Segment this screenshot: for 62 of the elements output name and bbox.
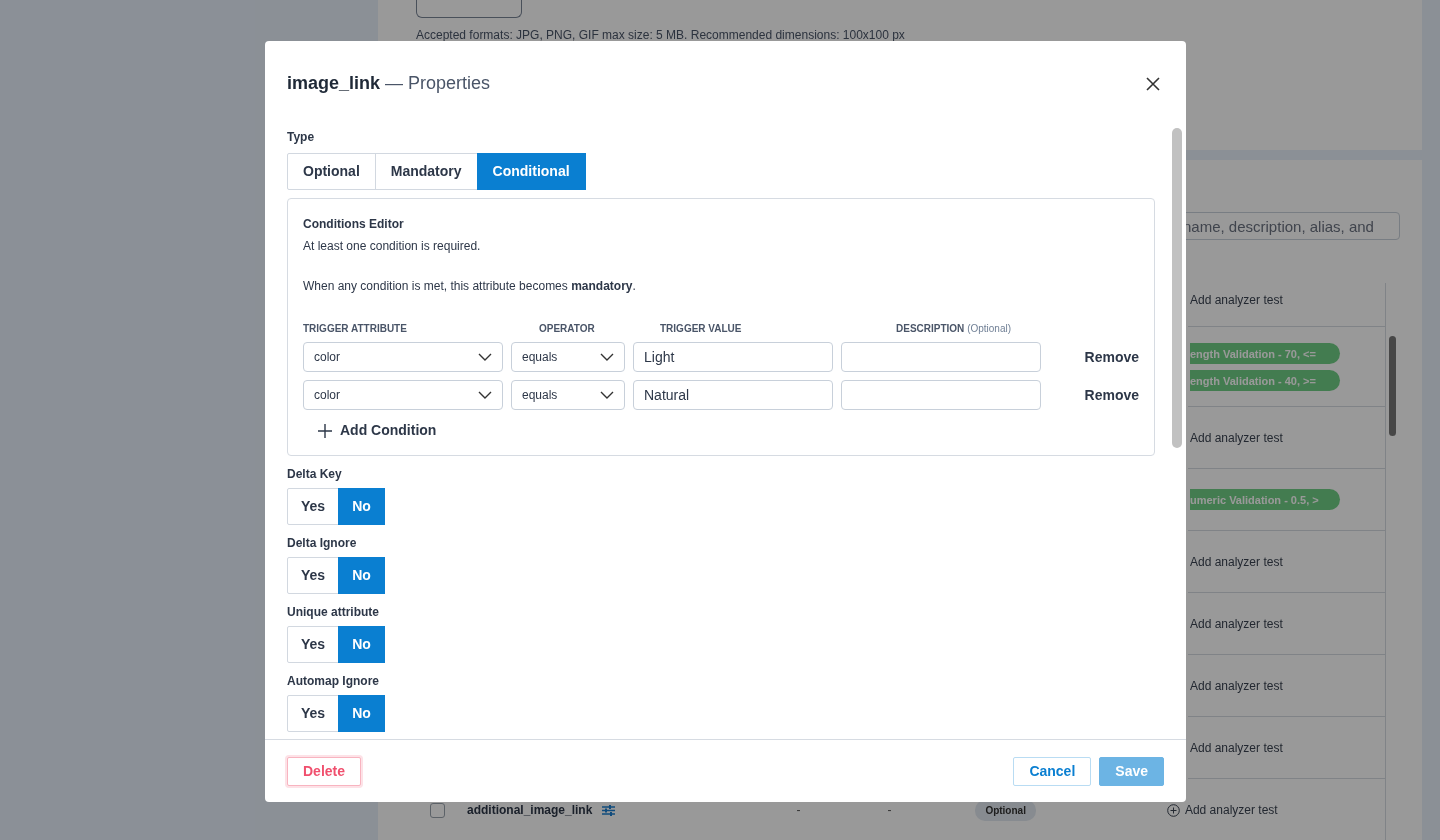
validation-badge: ength Validation - 70, <= — [1190, 342, 1340, 364]
add-test-link[interactable]: Add analyzer test — [1184, 801, 1278, 819]
field-label: Delta Ignore — [287, 535, 358, 551]
delete-button[interactable]: Delete — [287, 756, 362, 786]
description-field[interactable] — [841, 342, 1041, 372]
column-header: TRIGGER VALUE — [659, 322, 743, 336]
field-label: Delta Key — [287, 466, 343, 482]
sliders-icon[interactable] — [602, 804, 616, 816]
cancel-button[interactable]: Cancel — [1013, 756, 1092, 786]
attribute-name: additional_image_link — [467, 802, 593, 819]
validation-badge: ength Validation - 40, >= — [1190, 369, 1340, 391]
caret-icon — [600, 391, 614, 399]
caret-icon — [600, 353, 614, 361]
table-cell-text: - — [887, 802, 892, 819]
add-test-link[interactable]: Add analyzer test — [1190, 291, 1283, 309]
upload-hint: Accepted formats: JPG, PNG, GIF max size: 5 MB. Recommended dimensions: 100x100 px — [416, 27, 906, 44]
segment-tab[interactable]: Conditional — [476, 153, 586, 190]
segment-tab[interactable]: No — [338, 626, 385, 663]
column-header: DESCRIPTION (Optional) — [895, 322, 1013, 336]
column-header: TRIGGER ATTRIBUTE — [303, 322, 408, 336]
field-label: Type — [287, 129, 316, 145]
caret-icon — [478, 353, 492, 361]
operator-select[interactable]: equals — [511, 380, 625, 410]
operator-select[interactable]: equals — [511, 342, 625, 372]
segment-tab[interactable]: Yes — [287, 557, 340, 594]
segment-tab[interactable]: Mandatory — [374, 153, 478, 190]
field-label: Automap Ignore — [287, 673, 380, 689]
value-field[interactable]: Light — [633, 342, 833, 372]
segment-tab[interactable]: Yes — [287, 626, 340, 663]
caret-icon — [478, 391, 492, 399]
value-field[interactable]: Natural — [633, 380, 833, 410]
segment-tab[interactable]: No — [338, 488, 385, 525]
field-label: Unique attribute — [287, 604, 380, 620]
scrollbar[interactable] — [1172, 128, 1182, 448]
segment-tab[interactable]: No — [338, 557, 385, 594]
description-field[interactable] — [841, 380, 1041, 410]
upload-button[interactable] — [416, 0, 522, 18]
add-test-link[interactable]: Add analyzer test — [1190, 428, 1283, 447]
checkbox[interactable] — [430, 802, 445, 818]
add-condition-button[interactable]: Add Condition — [318, 420, 437, 441]
add-test-link[interactable]: Add analyzer test — [1190, 738, 1283, 757]
add-test-link[interactable]: Add analyzer test — [1190, 552, 1283, 571]
column-header: OPERATOR — [538, 322, 596, 336]
panel-title: Conditions Editor — [303, 216, 405, 233]
add-test-link[interactable]: Add analyzer test — [1190, 614, 1283, 633]
remove-link[interactable]: Remove — [1049, 380, 1139, 410]
plus-icon — [318, 423, 332, 438]
remove-link[interactable]: Remove — [1049, 342, 1139, 372]
panel-note: At least one condition is required. — [303, 238, 482, 255]
table-cell-text: - — [796, 802, 801, 819]
add-test-link[interactable]: Add analyzer test — [1190, 676, 1283, 695]
add-icon[interactable] — [1166, 803, 1180, 817]
segment-tab[interactable]: Yes — [287, 695, 340, 732]
segment-tab[interactable]: Optional — [287, 153, 376, 190]
attribute-select[interactable]: color — [303, 380, 503, 410]
dialog-title: image_link — Properties — [287, 71, 491, 95]
segment-tab[interactable]: Yes — [287, 488, 340, 525]
scrollbar[interactable] — [1385, 283, 1399, 840]
panel-rule: When any condition is met, this attribute becomes mandatory. — [303, 278, 637, 295]
validation-badge: umeric Validation - 0.5, > — [1190, 489, 1340, 510]
segment-tab[interactable]: No — [338, 695, 385, 732]
attribute-select[interactable]: color — [303, 342, 503, 372]
